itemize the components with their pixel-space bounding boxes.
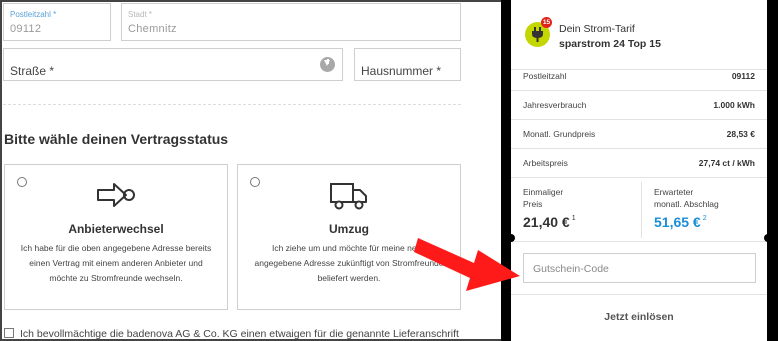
- radio-move[interactable]: [250, 177, 260, 187]
- row-value: 27,74 ct / kWh: [698, 158, 755, 168]
- row-label: Jahresverbrauch: [523, 100, 587, 110]
- house-number-placeholder: Hausnummer *: [361, 64, 442, 78]
- one-time-label-line2: Preis: [523, 199, 543, 209]
- tariff-summary-panel: 15 Dein Strom-Tarif sparstrom 24 Top 15 …: [511, 0, 767, 341]
- panel-gutter: [501, 0, 511, 341]
- summary-row-unit-price: Arbeitspreis 27,74 ct / kWh: [511, 149, 767, 178]
- row-value: 28,53 €: [726, 129, 755, 139]
- street-field[interactable]: Straße *: [3, 48, 343, 81]
- row-label: Postleitzahl: [523, 71, 567, 81]
- option-title-move: Umzug: [329, 222, 369, 236]
- provider-switch-icon: [96, 181, 136, 214]
- city-field[interactable]: Stadt * Chemnitz: [121, 3, 461, 41]
- row-label: Arbeitspreis: [523, 158, 568, 168]
- expected-installment-value: 51,65 €2: [654, 214, 707, 230]
- row-label: Monatl. Grundpreis: [523, 129, 596, 139]
- city-label: Stadt *: [128, 10, 153, 19]
- expected-label-line1: Erwarteter: [654, 187, 694, 197]
- one-time-price-value: 21,40 €1: [523, 214, 576, 230]
- city-value: Chemnitz: [128, 23, 177, 35]
- row-value: 09112: [731, 71, 755, 81]
- street-placeholder: Straße *: [10, 64, 55, 78]
- one-time-price-label: Einmaliger Preis: [523, 186, 563, 210]
- section-divider: [3, 104, 461, 105]
- row-value: 1.000 kWh: [713, 100, 755, 110]
- option-title-provider-switch: Anbieterwechsel: [68, 222, 164, 236]
- footnote-2: 2: [702, 215, 707, 222]
- panel-right-edge: [767, 0, 778, 341]
- price-summary: Einmaliger Preis 21,40 €1 Erwarteter mon…: [511, 178, 767, 242]
- option-text-provider-switch: Ich habe für die oben angegebene Adresse…: [20, 243, 212, 283]
- postal-code-value: 09112: [10, 23, 42, 35]
- tariff-label: Dein Strom-Tarif: [559, 23, 635, 35]
- consent-checkbox[interactable]: [4, 328, 14, 338]
- postal-code-field[interactable]: Postleitzahl * 09112: [3, 3, 111, 41]
- one-time-label-line1: Einmaliger: [523, 187, 564, 197]
- tariff-badge: 15: [541, 17, 552, 28]
- option-card-move[interactable]: Umzug Ich ziehe um und möchte für meine …: [237, 164, 461, 310]
- contract-status-title: Bitte wähle deinen Vertragsstatus: [4, 131, 229, 147]
- summary-row-postal-code: Postleitzahl 09112: [511, 62, 767, 91]
- one-time-price-amount: 21,40 €: [523, 214, 570, 230]
- postal-code-label: Postleitzahl *: [10, 10, 57, 19]
- location-dropdown-icon[interactable]: [320, 57, 335, 72]
- voucher-code-input[interactable]: [523, 253, 756, 283]
- footnote-1: 1: [571, 215, 576, 222]
- price-separator: [641, 182, 642, 238]
- option-card-provider-switch[interactable]: Anbieterwechsel Ich habe für die oben an…: [4, 164, 228, 310]
- option-text-move: Ich ziehe um und möchte für meine neue a…: [254, 243, 444, 283]
- house-number-field[interactable]: Hausnummer *: [354, 48, 461, 81]
- tariff-header: 15 Dein Strom-Tarif sparstrom 24 Top 15: [511, 0, 767, 70]
- truck-icon: [329, 181, 369, 216]
- expected-installment-label: Erwarteter monatl. Abschlag: [654, 186, 719, 210]
- summary-row-base-price: Monatl. Grundpreis 28,53 €: [511, 120, 767, 149]
- radio-provider-switch[interactable]: [17, 177, 27, 187]
- ticket-notch-left: [507, 234, 515, 242]
- redeem-button[interactable]: Jetzt einlösen: [511, 294, 767, 341]
- ticket-notch-right: [764, 234, 772, 242]
- consent-text: Ich bevollmächtige die badenova AG & Co.…: [20, 328, 459, 340]
- tariff-name: sparstrom 24 Top 15: [559, 38, 661, 50]
- expected-installment-amount: 51,65 €: [654, 214, 701, 230]
- expected-label-line2: monatl. Abschlag: [654, 199, 719, 209]
- consent-row[interactable]: Ich bevollmächtige die badenova AG & Co.…: [4, 328, 459, 340]
- summary-row-annual-consumption: Jahresverbrauch 1.000 kWh: [511, 91, 767, 120]
